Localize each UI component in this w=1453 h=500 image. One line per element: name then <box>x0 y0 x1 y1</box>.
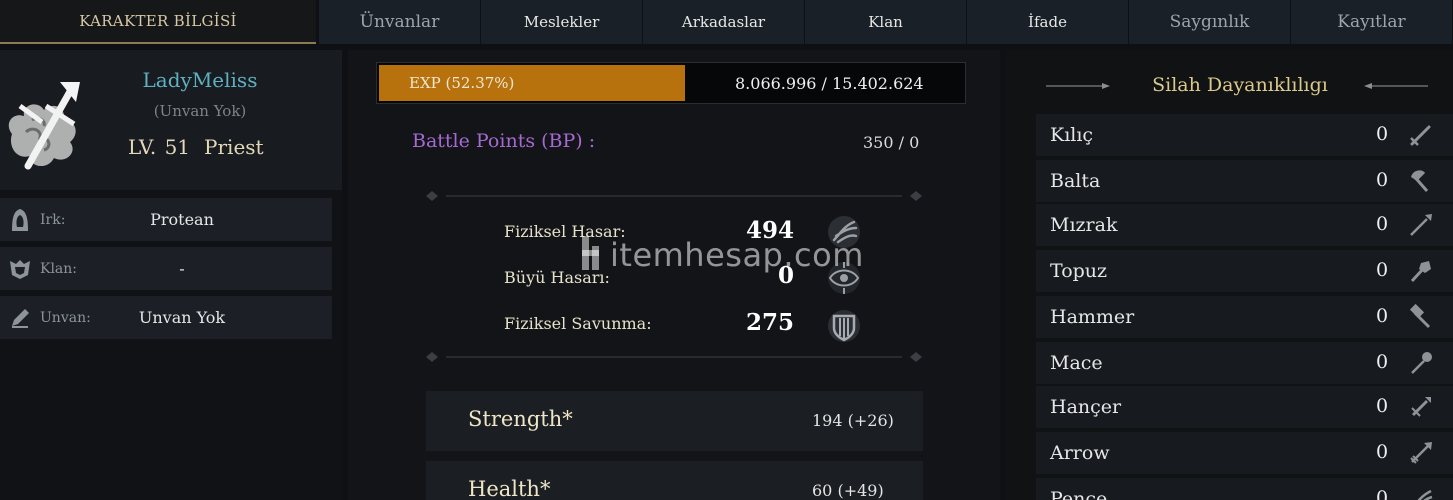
weapon-label: Pençe <box>1050 488 1108 500</box>
battle-points-label: Battle Points (BP) : <box>412 130 596 152</box>
weapon-value: 0 <box>1376 259 1389 281</box>
weapon-row-axe: Balta 0 <box>1036 160 1453 202</box>
info-value-clan: - <box>179 259 185 278</box>
weapon-value: 0 <box>1376 351 1389 373</box>
weapon-row-hammer: Hammer 0 <box>1036 296 1453 338</box>
weapon-value: 0 <box>1376 395 1389 417</box>
tab-emotes[interactable]: İfade <box>967 0 1128 44</box>
weapon-value: 0 <box>1376 123 1389 145</box>
attribute-label: Health* <box>468 477 551 500</box>
tab-logs[interactable]: Kayıtlar <box>1291 0 1452 44</box>
spear-icon <box>1410 214 1432 236</box>
character-level-class: LV. 51 Priest <box>128 135 278 159</box>
tab-professions[interactable]: Meslekler <box>481 0 642 44</box>
exp-value: 8.066.996 / 15.402.624 <box>735 74 924 93</box>
exp-bar: EXP (52.37%) 8.066.996 / 15.402.624 <box>376 62 966 104</box>
tab-clan[interactable]: Klan <box>805 0 966 44</box>
dagger-icon <box>1411 397 1431 417</box>
divider-top <box>426 191 922 201</box>
weapon-value: 0 <box>1376 169 1389 191</box>
hood-icon <box>0 208 40 232</box>
watermark-text: itemhesap.com <box>610 236 864 274</box>
weapon-label: Kılıç <box>1050 124 1094 146</box>
weapon-row-spear: Mızrak 0 <box>1036 204 1453 246</box>
weapon-label: Hançer <box>1050 396 1122 418</box>
hammer-icon <box>1409 303 1431 329</box>
character-panel: LadyMeliss (Unvan Yok) LV. 51 Priest Irk:… <box>0 50 342 500</box>
weapon-value: 0 <box>1376 213 1389 235</box>
info-row-clan: Klan: - <box>0 247 332 290</box>
stat-label-physical-defense: Fiziksel Savunma: <box>504 314 652 333</box>
weapon-row-claw: Pençe 0 <box>1036 478 1453 500</box>
club-icon <box>1410 261 1431 283</box>
weapon-row-club: Topuz 0 <box>1036 250 1453 292</box>
character-level: LV. 51 <box>128 135 191 159</box>
exp-label: EXP (52.37%) <box>409 74 515 92</box>
sword-icon <box>1410 125 1431 146</box>
character-class: Priest <box>204 135 264 159</box>
tab-reputation[interactable]: Saygınlık <box>1129 0 1290 44</box>
weapon-value: 0 <box>1376 305 1389 327</box>
arrow-icon <box>1410 442 1432 464</box>
weapon-row-dagger: Hançer 0 <box>1036 386 1453 428</box>
character-title: (Unvan Yok) <box>153 102 247 120</box>
pen-icon <box>0 307 40 329</box>
watermark-logo-icon <box>582 236 599 270</box>
profile-card: LadyMeliss (Unvan Yok) LV. 51 Priest <box>0 50 342 190</box>
shield-icon <box>828 310 860 342</box>
info-row-title: Unvan: Unvan Yok <box>0 296 332 339</box>
attribute-value: 194 (+26) <box>812 411 894 430</box>
tab-friends[interactable]: Arkadaslar <box>643 0 804 44</box>
mace-icon <box>1411 352 1432 374</box>
info-label-race: Irk: <box>40 211 66 228</box>
weapon-row-mace: Mace 0 <box>1036 342 1453 384</box>
claw-weapon-icon <box>1417 489 1433 500</box>
attribute-value: 60 (+49) <box>812 481 884 500</box>
attribute-row-strength[interactable]: Strength* 194 (+26) <box>426 391 923 451</box>
stats-panel: EXP (52.37%) 8.066.996 / 15.402.624 Batt… <box>348 50 1000 500</box>
info-row-race: Irk: Protean <box>0 198 332 241</box>
weapon-row-sword: Kılıç 0 <box>1036 114 1453 156</box>
weapon-label: Topuz <box>1050 260 1108 282</box>
weapon-label: Balta <box>1050 170 1101 192</box>
info-label-clan: Klan: <box>40 260 78 277</box>
weapon-durability-panel: Silah Dayanıklılıgı Kılıç 0 Balta 0 Mızr… <box>1006 50 1453 500</box>
tab-titles[interactable]: Ünvanlar <box>319 0 480 44</box>
axe-icon <box>1411 170 1429 192</box>
info-value-race: Protean <box>150 210 214 229</box>
weapon-value: 0 <box>1376 441 1389 463</box>
clan-emblem-icon <box>0 258 40 280</box>
weapon-value: 0 <box>1376 487 1389 500</box>
weapon-label: Mace <box>1050 352 1103 374</box>
weapon-label: Hammer <box>1050 306 1135 328</box>
durability-title: Silah Dayanıklılıgı <box>1152 74 1328 96</box>
divider-bottom <box>426 352 922 362</box>
tab-character-info[interactable]: KARAKTER BİLGİSİ <box>0 0 316 44</box>
top-nav-bar: KARAKTER BİLGİSİ Ünvanlar Meslekler Arka… <box>0 0 1453 44</box>
character-name: LadyMeliss <box>142 68 258 92</box>
weapon-row-arrow: Arrow 0 <box>1036 432 1453 474</box>
attribute-row-health[interactable]: Health* 60 (+49) <box>426 461 923 500</box>
class-emblem-icon <box>8 82 80 170</box>
info-label-title: Unvan: <box>40 309 91 326</box>
info-value-title: Unvan Yok <box>138 308 226 327</box>
weapon-label: Arrow <box>1050 442 1110 464</box>
weapon-label: Mızrak <box>1050 214 1118 236</box>
stat-value-physical-defense: 275 <box>745 309 794 336</box>
tab-list: Ünvanlar Meslekler Arkadaslar Klan İfade… <box>319 0 1453 44</box>
battle-points-value: 350 / 0 <box>863 133 920 152</box>
attribute-label: Strength* <box>468 407 573 431</box>
